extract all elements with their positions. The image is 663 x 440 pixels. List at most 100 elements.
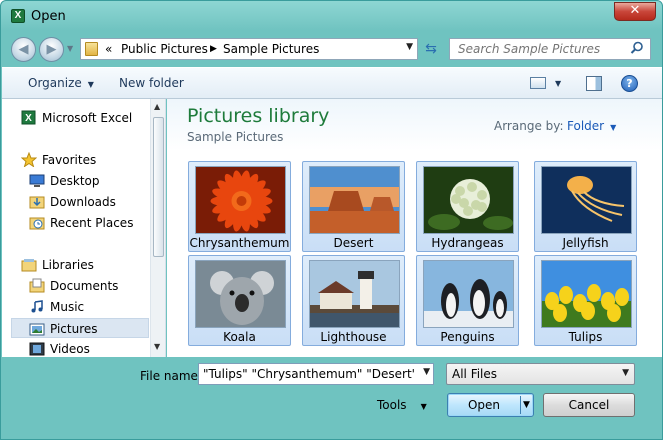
sidebar-item-label: Microsoft Excel — [42, 111, 133, 125]
sidebar-item-favorites[interactable]: Favorites — [12, 150, 152, 170]
arrange-by-value: Folder — [567, 119, 605, 133]
refresh-button[interactable]: ⇆ — [419, 38, 443, 60]
folder-icon — [85, 42, 98, 56]
open-label: Open — [467, 398, 501, 412]
title-bar: X Open ✕ — [1, 1, 662, 33]
sidebar-item-label: Downloads — [50, 195, 116, 209]
file-list-pane: Pictures library Sample Pictures Arrange… — [167, 99, 662, 357]
address-bar[interactable]: « Public Pictures ▶ Sample Pictures ▼ — [80, 38, 418, 60]
file-type-select[interactable]: All Files ▼ — [446, 363, 635, 385]
file-name-dropdown-icon[interactable]: ▼ — [423, 367, 430, 377]
close-button[interactable]: ✕ — [614, 2, 656, 21]
sidebar-item-pictures[interactable]: Pictures — [11, 318, 149, 338]
new-folder-button[interactable]: New folder — [119, 76, 184, 90]
sidebar-item-label: Music — [50, 300, 85, 314]
file-type-value: All Files — [452, 367, 498, 381]
sidebar-item-music[interactable]: Music — [12, 297, 152, 317]
file-item-desert[interactable]: Desert — [302, 161, 405, 252]
downloads-folder-icon — [29, 196, 45, 209]
file-item-penguins[interactable]: Penguins — [416, 255, 519, 346]
nav-scrollbar[interactable]: ▲ ▼ — [150, 99, 165, 357]
chevron-down-icon: ▼ — [420, 402, 427, 411]
forward-arrow-icon: ▶ — [46, 42, 57, 57]
arrange-by-dropdown[interactable]: Folder ▼ — [567, 119, 616, 133]
nav-scrollbar-thumb[interactable] — [153, 117, 164, 257]
back-arrow-icon: ◀ — [18, 42, 29, 57]
organize-label: Organize — [28, 76, 82, 90]
breadcrumb-public-pictures[interactable]: Public Pictures — [121, 42, 208, 56]
breadcrumb-sample-pictures[interactable]: Sample Pictures — [223, 42, 319, 56]
address-chevrons[interactable]: « — [105, 42, 112, 56]
forward-button[interactable]: ▶ — [39, 37, 64, 62]
sidebar-item-label: Favorites — [42, 153, 97, 167]
documents-icon — [29, 278, 45, 293]
open-dialog: X Open ✕ ◀ ▶ ▼ « Public Pictures ▶ Sampl… — [0, 0, 663, 440]
search-box[interactable] — [449, 38, 651, 60]
file-name-caption: Chrysanthemum — [189, 236, 290, 250]
file-thumbnail — [423, 166, 514, 234]
chevron-down-icon: ▼ — [87, 80, 94, 89]
file-thumbnail — [423, 260, 514, 328]
file-item-lighthouse[interactable]: Lighthouse — [302, 255, 405, 346]
file-item-hydrangeas[interactable]: Hydrangeas — [416, 161, 519, 252]
chevron-down-icon: ▼ — [610, 123, 617, 132]
file-thumbnail — [309, 166, 400, 234]
organize-button[interactable]: Organize ▼ — [28, 76, 94, 90]
file-name-caption: Penguins — [440, 330, 495, 344]
breadcrumb-separator-icon[interactable]: ▶ — [210, 42, 217, 57]
sidebar-item-recent-places[interactable]: Recent Places — [12, 213, 152, 233]
file-name-field[interactable]: ▼ — [198, 363, 434, 385]
sidebar-item-libraries[interactable]: Libraries — [12, 255, 152, 275]
sidebar-item-documents[interactable]: Documents — [12, 276, 152, 296]
file-name-caption: Tulips — [568, 330, 603, 344]
library-title: Pictures library — [187, 105, 330, 127]
library-subtitle: Sample Pictures — [187, 130, 284, 144]
recent-places-icon — [29, 217, 45, 230]
help-icon[interactable]: ? — [621, 75, 638, 92]
sidebar-item-videos[interactable]: Videos — [12, 339, 152, 357]
search-icon[interactable] — [630, 41, 644, 55]
sidebar-item-label: Videos — [50, 342, 90, 356]
sidebar-item-label: Desktop — [50, 174, 100, 188]
open-options-dropdown-icon[interactable]: ▼ — [523, 394, 530, 416]
window-title: Open — [31, 9, 66, 24]
file-item-koala[interactable]: Koala — [188, 255, 291, 346]
search-input[interactable] — [450, 39, 628, 59]
close-icon: ✕ — [629, 3, 641, 18]
file-name-input[interactable] — [199, 364, 415, 384]
tools-button[interactable]: Tools ▼ — [377, 398, 427, 412]
file-item-tulips[interactable]: Tulips — [534, 255, 637, 346]
library-header: Pictures library Sample Pictures Arrange… — [167, 99, 662, 151]
file-item-chrysanthemum[interactable]: Chrysanthemum — [188, 161, 291, 252]
open-button[interactable]: Open ▼ — [447, 393, 534, 417]
libraries-icon — [21, 259, 37, 272]
sidebar-item-microsoft-excel[interactable]: X Microsoft Excel — [12, 108, 152, 128]
cancel-button[interactable]: Cancel — [543, 393, 635, 417]
sidebar-item-label: Pictures — [50, 322, 98, 336]
excel-icon: X — [21, 110, 36, 125]
file-name-caption: Jellyfish — [562, 236, 609, 250]
sidebar-item-downloads[interactable]: Downloads — [12, 192, 152, 212]
back-button[interactable]: ◀ — [11, 37, 36, 62]
view-options-dropdown[interactable]: ▼ — [555, 76, 561, 92]
pictures-icon — [29, 323, 45, 336]
file-name-caption: Desert — [333, 236, 374, 250]
file-name-caption: Koala — [223, 330, 256, 344]
star-icon — [21, 152, 37, 167]
sidebar-item-desktop[interactable]: Desktop — [12, 171, 152, 191]
change-view-icon[interactable] — [530, 77, 546, 89]
file-thumbnail — [195, 260, 286, 328]
recent-locations-dropdown[interactable]: ▼ — [67, 41, 77, 57]
tools-label: Tools — [377, 398, 407, 412]
preview-pane-icon[interactable] — [586, 76, 602, 91]
file-name-label: File name: — [140, 369, 202, 383]
scroll-up-icon[interactable]: ▲ — [154, 102, 160, 111]
arrange-by-label: Arrange by: — [494, 119, 564, 133]
file-item-jellyfish[interactable]: Jellyfish — [534, 161, 637, 252]
navigation-pane: X Microsoft Excel Favorites Desktop Download… — [2, 99, 166, 357]
file-thumbnail — [309, 260, 400, 328]
chevron-down-icon: ▼ — [622, 368, 629, 378]
address-dropdown-icon[interactable]: ▼ — [406, 42, 413, 52]
scroll-down-icon[interactable]: ▼ — [154, 342, 160, 351]
music-icon — [31, 300, 43, 313]
